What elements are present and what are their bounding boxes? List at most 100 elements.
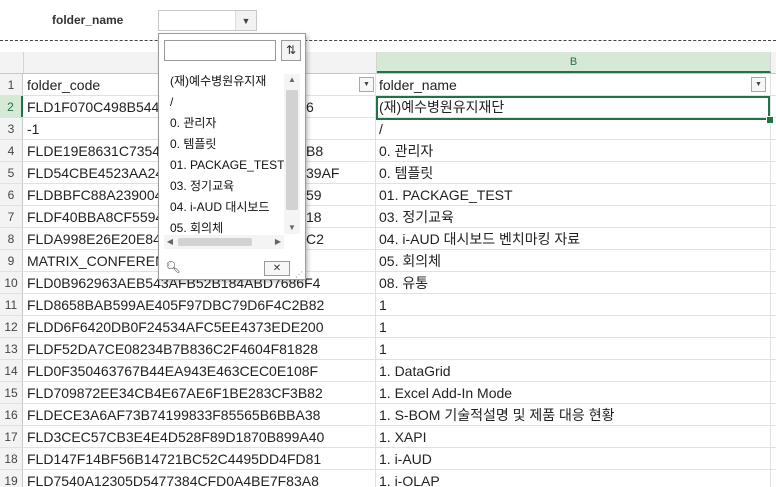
scroll-thumb[interactable] xyxy=(178,238,252,246)
row-number[interactable]: 14 xyxy=(0,360,23,381)
table-row: 17 FLD3CEC57CB3E4E4D528F89D1870B899A40 1. … xyxy=(0,426,776,448)
cell-folder-code[interactable]: FLD0F350463767B44EA943E463CEC0E108F xyxy=(24,360,376,381)
popup-list-item[interactable]: 05. 회의체 xyxy=(164,218,288,236)
cell-folder-name[interactable]: 1. Excel Add-In Mode xyxy=(377,382,771,403)
row-number[interactable]: 16 xyxy=(0,404,23,425)
scroll-left-icon[interactable]: ◀ xyxy=(164,235,176,249)
table-row: 9 MATRIX_CONFEREN 05. 회의체 xyxy=(0,250,776,272)
table-row: 7 FLDF40BBA8CF5594 18 03. 정기교육 xyxy=(0,206,776,228)
triangle-down-icon[interactable]: ▼ xyxy=(235,11,256,30)
table-row: 11 FLD8658BAB599AE405F97DBC79D6F4C2B82 1 xyxy=(0,294,776,316)
cell-folder-name[interactable]: 0. 관리자 xyxy=(377,140,771,161)
scroll-thumb[interactable] xyxy=(286,90,298,210)
header-cell-folder-name[interactable]: folder_name xyxy=(377,74,771,95)
cell-folder-code[interactable]: FLD3CEC57CB3E4E4D528F89D1870B899A40 xyxy=(24,426,376,447)
table-row: 14 FLD0F350463767B44EA943E463CEC0E108F 1. … xyxy=(0,360,776,382)
row-number[interactable]: 3 xyxy=(0,118,23,139)
popup-list-item[interactable]: (재)예수병원유지재 xyxy=(164,71,288,92)
cell-folder-name[interactable]: 0. 템플릿 xyxy=(377,162,771,183)
row-number[interactable]: 17 xyxy=(0,426,23,447)
popup-list-item[interactable]: / xyxy=(164,92,288,113)
cell-folder-name[interactable]: / xyxy=(377,118,771,139)
magnifier-icon[interactable]: 🔍︎ xyxy=(164,259,182,275)
cell-folder-code[interactable]: FLDF52DA7CE08234B7B836C2F4604F81828 xyxy=(24,338,376,359)
cell-folder-code[interactable]: FLDD6F6420DB0F24534AFC5EE4373EDE200 xyxy=(24,316,376,337)
cell-folder-name[interactable]: 1 xyxy=(377,316,771,337)
cell-folder-name[interactable]: 1. S-BOM 기술적설명 및 제품 대응 현황 xyxy=(377,404,771,425)
column-header-b[interactable]: B xyxy=(377,52,771,73)
cell-folder-code[interactable]: FLD709872EE34CB4E67AE6F1BE283CF3B82 xyxy=(24,382,376,403)
popup-search-input[interactable] xyxy=(164,40,276,61)
cell-folder-code-tail: B8 xyxy=(306,143,324,159)
row-number[interactable]: 4 xyxy=(0,140,23,161)
cell-folder-name[interactable]: 1 xyxy=(377,294,771,315)
cell-folder-code-tail: 59 xyxy=(306,187,322,203)
cell-folder-name[interactable]: 1. i-AUD xyxy=(377,448,771,469)
close-icon[interactable]: ✕ xyxy=(264,261,290,276)
row-number[interactable]: 19 xyxy=(0,470,23,487)
table-row: 19 FLD7540A12305D5477384CFD0A4BE7F83A8 1. … xyxy=(0,470,776,487)
table-row: 8 FLDA998E26E20E84 C2 04. i-AUD 대시보드 벤치마킹 자… xyxy=(0,228,776,250)
popup-horizontal-scrollbar[interactable]: ◀ ▶ xyxy=(164,235,284,249)
cell-folder-name[interactable]: 01. PACKAGE_TEST xyxy=(377,184,771,205)
table-row: 12 FLDD6F6420DB0F24534AFC5EE4373EDE200 1 xyxy=(0,316,776,338)
cell-folder-code[interactable]: FLD8658BAB599AE405F97DBC79D6F4C2B82 xyxy=(24,294,376,315)
row-number[interactable]: 10 xyxy=(0,272,23,293)
table-row: 16 FLDECE3A6AF73B74199833F85565B6BBA38 1. … xyxy=(0,404,776,426)
cell-folder-code[interactable]: FLD7540A12305D5477384CFD0A4BE7F83A8 xyxy=(24,470,376,487)
cell-folder-name[interactable]: 05. 회의체 xyxy=(377,250,771,271)
row-number[interactable]: 7 xyxy=(0,206,23,227)
column-header-row: B xyxy=(0,52,776,74)
cell-folder-code[interactable]: FLD147F14BF56B14721BC52C4495DD4FD81 xyxy=(24,448,376,469)
row-number[interactable]: 8 xyxy=(0,228,23,249)
popup-vertical-scrollbar[interactable]: ▲ ▼ xyxy=(284,74,300,234)
scroll-up-icon[interactable]: ▲ xyxy=(284,74,300,86)
cell-folder-name[interactable]: 1 xyxy=(377,338,771,359)
filter-dropdown-icon[interactable]: ▼ xyxy=(359,77,374,92)
cell-folder-name[interactable]: 04. i-AUD 대시보드 벤치마킹 자료 xyxy=(377,228,771,249)
cell-folder-code[interactable]: FLDECE3A6AF73B74199833F85565B6BBA38 xyxy=(24,404,376,425)
cell-folder-name[interactable]: 1. XAPI xyxy=(377,426,771,447)
resize-grip-icon[interactable]: ⋰ xyxy=(295,270,304,279)
popup-list-item[interactable]: 04. i-AUD 대시보드 xyxy=(164,197,288,218)
table-row: 13 FLDF52DA7CE08234B7B836C2F4604F81828 1 xyxy=(0,338,776,360)
row-number[interactable]: 13 xyxy=(0,338,23,359)
cell-folder-name[interactable]: (재)예수병원유지재단 xyxy=(377,96,771,117)
spreadsheet-grid: B 1 folder_code ▼ folder_name ▼ 2 FLD1F07… xyxy=(0,52,776,487)
cell-folder-name[interactable]: 1. DataGrid xyxy=(377,360,771,381)
cell-folder-code-tail: 18 xyxy=(306,209,322,225)
row-number[interactable]: 12 xyxy=(0,316,23,337)
table-row: 5 FLD54CBE4523AA24 39AF 0. 템플릿 xyxy=(0,162,776,184)
cell-folder-name[interactable]: 03. 정기교육 xyxy=(377,206,771,227)
row-number[interactable]: 11 xyxy=(0,294,23,315)
table-header-row: 1 folder_code ▼ folder_name ▼ xyxy=(0,74,776,96)
row-number[interactable]: 18 xyxy=(0,448,23,469)
popup-list-item[interactable]: 0. 관리자 xyxy=(164,113,288,134)
scroll-down-icon[interactable]: ▼ xyxy=(284,222,300,234)
filter-bar: folder_name ▼ xyxy=(0,0,776,40)
cell-folder-name[interactable]: 08. 유통 xyxy=(377,272,771,293)
folder-name-combobox[interactable]: ▼ xyxy=(158,10,257,31)
table-row: 18 FLD147F14BF56B14721BC52C4495DD4FD81 1. … xyxy=(0,448,776,470)
table-row: 3 -1/ xyxy=(0,118,776,140)
filter-dropdown-icon[interactable]: ▼ xyxy=(751,77,766,92)
sort-icon[interactable]: ⇅ xyxy=(281,40,301,61)
row-number[interactable]: 1 xyxy=(0,74,23,95)
fill-handle[interactable] xyxy=(766,116,774,124)
popup-list-item[interactable]: 0. 템플릿 xyxy=(164,134,288,155)
row-number[interactable]: 5 xyxy=(0,162,23,183)
row-number[interactable]: 2 xyxy=(0,96,23,117)
table-row: 10 FLD0B962963AEB543AFB52B184ABD7686F4 08.… xyxy=(0,272,776,294)
popup-list-item[interactable]: 03. 정기교육 xyxy=(164,176,288,197)
row-number[interactable]: 6 xyxy=(0,184,23,205)
popup-value-list: (재)예수병원유지재/0. 관리자 0. 템플릿 01. PACKAGE_TEST 0… xyxy=(164,71,303,236)
table-row: 6 FLDBBFC88A239004 59 01. PACKAGE_TEST xyxy=(0,184,776,206)
row-number[interactable]: 15 xyxy=(0,382,23,403)
row-number[interactable]: 9 xyxy=(0,250,23,271)
scroll-right-icon[interactable]: ▶ xyxy=(272,235,284,249)
table-row: 2 FLD1F070C498B544 6 (재)예수병원유지재단 xyxy=(0,96,776,118)
popup-list-item[interactable]: 01. PACKAGE_TEST xyxy=(164,155,288,176)
cell-folder-name[interactable]: 1. i-OLAP xyxy=(377,470,771,487)
cell-folder-code-tail: C2 xyxy=(306,231,324,247)
select-all-corner[interactable] xyxy=(0,52,24,73)
